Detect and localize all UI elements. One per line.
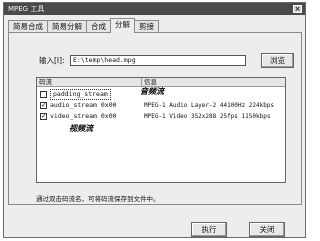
stream-row-video[interactable]: ✓ video_stream 0x00 MPEG-1 Video 352x288… bbox=[37, 111, 285, 123]
browse-button[interactable]: 浏览 bbox=[261, 53, 294, 68]
run-button[interactable]: 执行 bbox=[191, 222, 227, 237]
stream-info: MPEG-1 Audio Layer-2 44100Hz 224kbps bbox=[144, 102, 275, 109]
stream-checkbox-checked[interactable]: ✓ bbox=[40, 102, 47, 109]
input-row: 输入[I]: bbox=[39, 53, 68, 67]
mpeg-tool-window: MPEG 工具 × 简易合成 简易分解 合成 分解 剪接 输入[I]: E:\t… bbox=[3, 2, 306, 238]
column-header-info[interactable]: 信息 bbox=[142, 78, 285, 86]
close-icon[interactable]: × bbox=[293, 5, 302, 13]
title-bar: MPEG 工具 × bbox=[4, 3, 305, 15]
tab-bar: 简易合成 简易分解 合成 分解 剪接 bbox=[8, 18, 159, 33]
annotation-audio: 音频流 bbox=[140, 86, 164, 96]
close-button[interactable]: 关闭 bbox=[249, 222, 285, 237]
stream-code: video_stream 0x00 bbox=[50, 112, 117, 120]
column-header-code[interactable]: 码流 bbox=[37, 78, 142, 86]
tab-split[interactable]: 分解 bbox=[110, 18, 135, 33]
stream-code: padding_stream bbox=[50, 89, 111, 100]
input-label: 输入[I]: bbox=[39, 55, 65, 65]
window-title: MPEG 工具 bbox=[8, 5, 45, 13]
split-panel: 输入[I]: E:\temp\head.mpg 浏览 码流 信息 padding… bbox=[8, 32, 302, 205]
annotation-video: 视频流 bbox=[69, 123, 93, 133]
stream-info: MPEG-1 Video 352x288 25fps 1150kbps bbox=[144, 113, 271, 120]
stream-list: 码流 信息 padding_stream ✓ audio_stream 0x00… bbox=[36, 77, 286, 183]
stream-code: audio_stream 0x00 bbox=[50, 101, 117, 109]
stream-checkbox[interactable] bbox=[40, 91, 47, 98]
input-file-field[interactable]: E:\temp\head.mpg bbox=[70, 55, 246, 66]
stream-checkbox-checked[interactable]: ✓ bbox=[40, 113, 47, 120]
hint-text: 通过双击码流名，可将码流保存到文件中。 bbox=[36, 195, 160, 203]
